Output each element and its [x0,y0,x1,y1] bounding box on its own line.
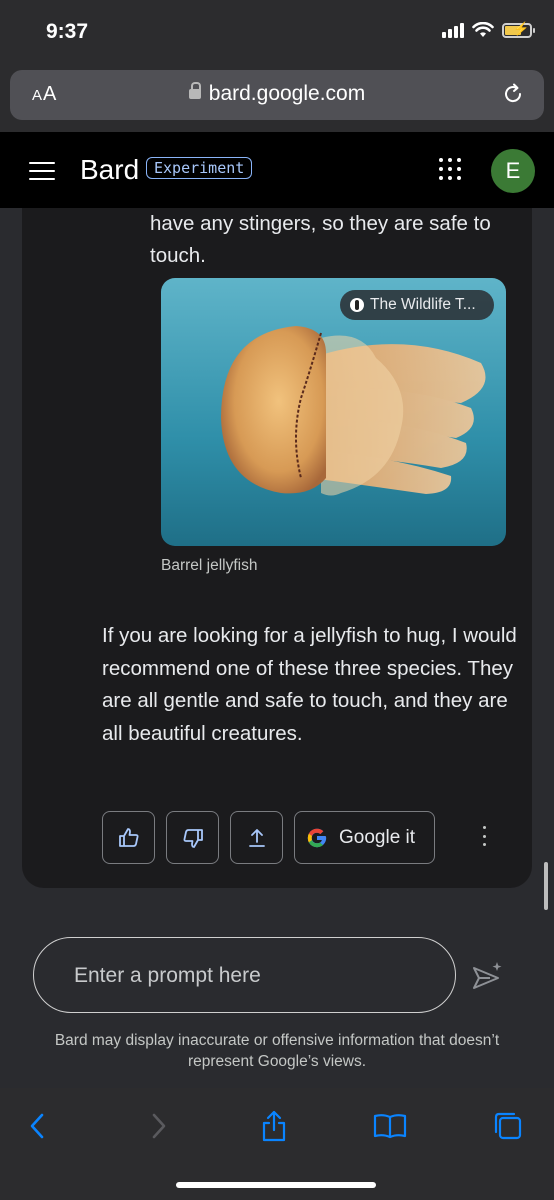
send-icon[interactable] [470,958,506,992]
image-caption: Barrel jellyfish [161,557,258,574]
google-g-icon [307,828,327,847]
tabs-icon [494,1112,522,1140]
url-text: bard.google.com [208,82,366,105]
app-header: Bard Experiment E [0,132,554,208]
signal-icon [442,22,464,38]
hamburger-icon[interactable] [29,162,55,180]
response-text-fragment: have any stingers, so they are safe to t… [150,212,491,267]
thumbs-down-icon [183,828,203,848]
source-label: The Wildlife T... [370,296,476,313]
ios-top-bar: 9:37 ⚡ AAAA bard.google.com [0,0,554,132]
status-icons: ⚡ [442,22,535,38]
status-time: 9:37 [46,20,89,43]
share-icon [248,828,265,847]
url-display[interactable]: bard.google.com [10,82,544,106]
wifi-icon [472,22,494,37]
disclaimer: Bard may display inaccurate or offensive… [54,1032,500,1070]
experiment-badge: Experiment [146,157,253,179]
bookmarks-button[interactable] [372,1108,408,1144]
bookmarks-icon [373,1114,407,1139]
safari-share-button[interactable] [256,1108,292,1144]
share-button[interactable] [230,811,283,864]
tabs-button[interactable] [490,1108,526,1144]
forward-button[interactable] [140,1108,176,1144]
thumbs-down-button[interactable] [166,811,219,864]
google-it-label: Google it [339,826,416,848]
address-bar[interactable]: AAAA bard.google.com [10,70,544,120]
brand-title: Bard [80,154,140,185]
response-paragraph: If you are looking for a jellyfish to hu… [102,624,517,745]
home-indicator[interactable] [176,1182,376,1188]
avatar[interactable]: E [491,149,535,193]
image-source-chip[interactable]: The Wildlife T... [340,290,494,320]
thumbs-up-button[interactable] [102,811,155,864]
lock-icon [188,82,201,99]
prompt-input[interactable] [74,960,434,992]
scrollbar-thumb[interactable] [544,862,548,910]
apps-grid-icon[interactable] [439,158,461,180]
safari-share-icon [262,1110,286,1142]
source-site-icon [350,298,364,312]
back-button[interactable] [20,1108,56,1144]
forward-icon [152,1113,166,1139]
reload-icon[interactable] [500,81,526,107]
prompt-box[interactable] [33,937,456,1013]
battery-icon: ⚡ [502,22,535,38]
thumbs-up-icon [118,827,138,847]
back-icon [30,1113,44,1139]
more-vert-icon[interactable] [474,822,494,850]
google-it-button[interactable]: Google it [294,811,435,864]
